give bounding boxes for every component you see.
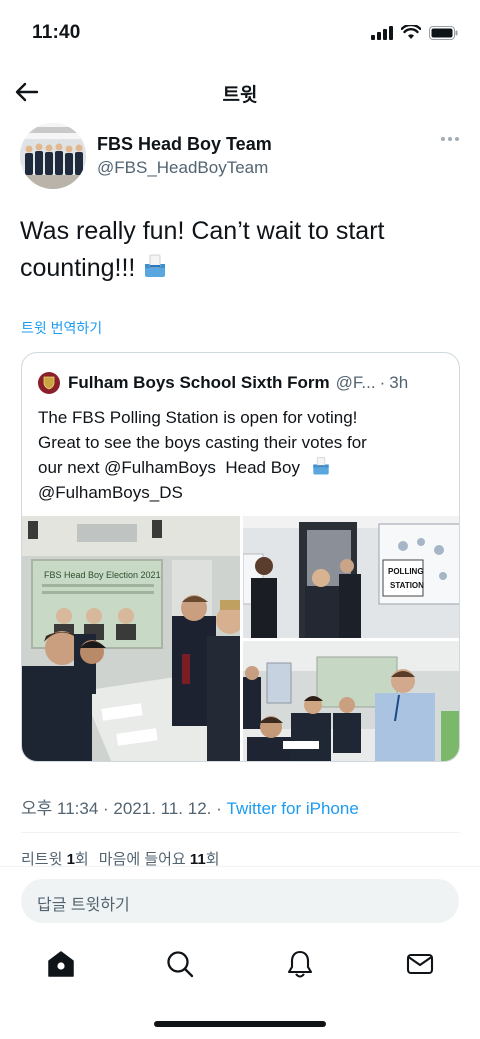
quoted-tweet[interactable]: Fulham Boys School Sixth Form @F... · 3h…: [21, 352, 460, 762]
screen-title: FBS Head Boy Election 2021: [44, 570, 161, 580]
tweet-text-content: Was really fun! Can’t wait to start coun…: [20, 217, 385, 282]
tab-bar: [0, 940, 480, 990]
ballot-box-icon: [145, 254, 166, 277]
author-name[interactable]: FBS Head Boy Team: [97, 134, 272, 155]
tab-search[interactable]: [164, 948, 196, 980]
tweet-text: Was really fun! Can’t wait to start coun…: [20, 213, 460, 287]
ballot-box-icon: [313, 457, 329, 475]
status-time: 11:40: [32, 22, 81, 43]
tweet-source-link[interactable]: Twitter for iPhone: [227, 799, 359, 818]
avatar[interactable]: [20, 123, 86, 189]
quoted-author-name: Fulham Boys School Sixth Form: [68, 373, 330, 392]
author-handle[interactable]: @FBS_HeadBoyTeam: [97, 158, 268, 178]
status-bar: 11:40: [0, 0, 480, 70]
photo-casting-votes[interactable]: [243, 641, 459, 761]
battery-icon: [429, 25, 458, 40]
quoted-tweet-header: Fulham Boys School Sixth Form @F... · 3h: [38, 369, 443, 397]
school-crest-icon: [38, 372, 60, 394]
tweet-timestamp: 오후 11:34 · 2021. 11. 12. ·: [21, 799, 227, 818]
more-options-icon[interactable]: [440, 136, 460, 142]
home-icon: [48, 951, 74, 977]
messages-icon: [406, 953, 434, 975]
polling-sign-line2: STATION: [390, 581, 424, 590]
wifi-icon: [401, 25, 421, 39]
page-title: 트윗: [222, 85, 258, 106]
notifications-icon: [287, 950, 313, 978]
divider: [21, 832, 460, 833]
photo-polling-station[interactable]: POLLING STATION: [243, 516, 459, 638]
quoted-text-line: The FBS Polling Station is open for voti…: [38, 408, 358, 427]
quoted-text-line: Great to see the boys casting their vote…: [38, 433, 367, 452]
photo-classroom-voting[interactable]: FBS Head Boy Election 2021: [22, 516, 240, 761]
tweet-author: FBS Head Boy Team @FBS_HeadBoyTeam: [20, 120, 460, 192]
quoted-time: 3h: [389, 373, 409, 392]
reply-input[interactable]: 답글 트윗하기: [21, 879, 459, 923]
divider: [0, 866, 480, 867]
quoted-author-handle: @F...: [335, 373, 376, 392]
photo-grid: FBS Head Boy Election 2021 POLLING STATI…: [22, 516, 459, 761]
translate-tweet-link[interactable]: 트윗 번역하기: [21, 318, 102, 338]
nav-bar: 트윗: [0, 70, 480, 114]
tab-messages[interactable]: [404, 948, 436, 980]
cellular-signal-icon: [371, 25, 393, 40]
search-icon: [167, 951, 194, 978]
polling-sign-line1: POLLING: [388, 567, 424, 576]
reply-placeholder: 답글 트윗하기: [37, 897, 130, 914]
quoted-text-line: our next @FulhamBoys Head Boy: [38, 455, 438, 480]
home-indicator: [154, 1021, 326, 1027]
tweet-meta: 오후 11:34 · 2021. 11. 12. · Twitter for i…: [21, 794, 359, 819]
tab-notifications[interactable]: [284, 948, 316, 980]
quoted-text-line: @FulhamBoys_DS: [38, 483, 183, 502]
quoted-tweet-text: The FBS Polling Station is open for voti…: [38, 405, 438, 505]
tab-home[interactable]: [45, 948, 77, 980]
separator-dot: ·: [379, 373, 386, 392]
status-icons: [371, 25, 458, 40]
